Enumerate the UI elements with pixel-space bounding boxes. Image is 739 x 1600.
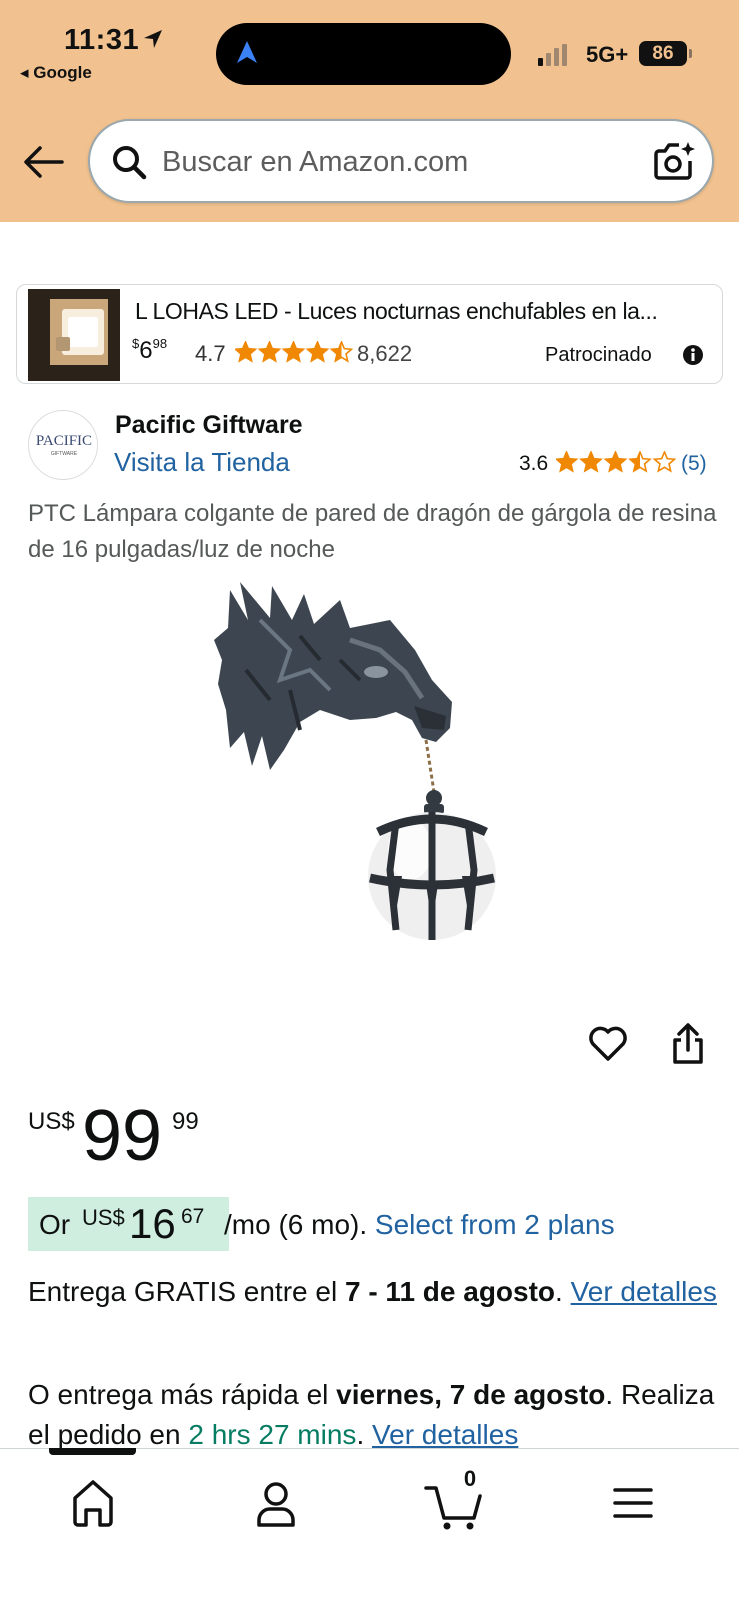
- installment-amount-whole: 16: [129, 1200, 176, 1247]
- installment-badge: Or US$ 16 67: [28, 1197, 229, 1251]
- delivery-prefix: Entrega GRATIS entre el: [28, 1276, 338, 1307]
- signal-icon: [538, 44, 567, 66]
- delivery-dates: 7 - 11 de agosto: [344, 1276, 556, 1307]
- fast-delivery-prefix: O entrega más rápida el: [28, 1379, 329, 1410]
- sponsored-label[interactable]: Patrocinado: [545, 344, 652, 367]
- search-input[interactable]: [162, 141, 622, 183]
- installment-amount-fraction: 67: [181, 1205, 205, 1228]
- ad-price: $698: [132, 336, 167, 365]
- account-icon[interactable]: [236, 1468, 316, 1538]
- product-star-rating[interactable]: [556, 451, 676, 475]
- installment-prefix: Or: [39, 1209, 71, 1240]
- installment-offer: Or US$ 16 67 /mo (6 mo). Select from 2 p…: [28, 1197, 708, 1253]
- product-review-count[interactable]: (5): [681, 452, 707, 476]
- cart-count[interactable]: 0: [460, 1466, 480, 1492]
- dynamic-island: [216, 23, 511, 85]
- sponsored-ad-card[interactable]: L LOHAS LED - Luces nocturnas enchufable…: [16, 284, 723, 384]
- installment-terms: /mo (6 mo). Select from 2 plans: [224, 1209, 615, 1241]
- back-to-google-link[interactable]: ◂ Google: [20, 63, 92, 83]
- ad-product-image[interactable]: [28, 289, 120, 381]
- fast-delivery-date: viernes, 7 de agosto: [336, 1379, 606, 1410]
- ad-review-count: 8,622: [357, 341, 413, 366]
- search-bar[interactable]: [88, 119, 714, 203]
- product-image[interactable]: [200, 580, 540, 960]
- fast-delivery-suffix: .: [356, 1419, 365, 1450]
- ad-rating-value: 4.7: [195, 341, 226, 366]
- brand-logo[interactable]: PACIFIC GIFTWARE: [28, 410, 98, 480]
- battery-indicator: 86: [639, 41, 687, 66]
- info-icon[interactable]: [682, 344, 704, 366]
- search-icon[interactable]: [110, 143, 150, 183]
- installment-currency: US$: [82, 1205, 125, 1230]
- wishlist-heart-icon[interactable]: [588, 1025, 628, 1063]
- delivery-info: Entrega GRATIS entre el 7 - 11 de agosto…: [28, 1272, 718, 1312]
- status-time: 11:31: [64, 24, 140, 56]
- home-icon[interactable]: [53, 1468, 133, 1538]
- navigation-arrow-icon: [237, 41, 257, 63]
- delivery-details-link[interactable]: Ver detalles: [571, 1276, 717, 1307]
- network-type: 5G+: [586, 42, 629, 67]
- product-title: PTC Lámpara colgante de pared de dragón …: [28, 500, 717, 563]
- brand-logo-text: PACIFIC: [35, 433, 93, 449]
- fast-delivery-info: O entrega más rápida el viernes, 7 de ag…: [28, 1375, 728, 1455]
- price-whole: 99: [82, 1096, 163, 1176]
- back-arrow-icon[interactable]: [22, 145, 64, 179]
- brand-name: Pacific Giftware: [115, 411, 303, 439]
- installment-term: /mo (6 mo).: [224, 1209, 368, 1240]
- share-icon[interactable]: [670, 1022, 706, 1066]
- delivery-suffix: .: [555, 1276, 563, 1307]
- battery-tip: [689, 49, 692, 58]
- fast-delivery-details-link[interactable]: Ver detalles: [372, 1419, 518, 1450]
- order-countdown: 2 hrs 27 mins: [188, 1419, 357, 1450]
- ad-title[interactable]: L LOHAS LED - Luces nocturnas enchufable…: [135, 298, 695, 325]
- ad-price-whole: 6: [139, 337, 153, 364]
- select-plans-link[interactable]: Select from 2 plans: [375, 1209, 615, 1240]
- product-rating-value[interactable]: 3.6: [519, 452, 548, 476]
- ad-price-fraction: 98: [152, 336, 168, 351]
- active-tab-indicator: [49, 1448, 136, 1455]
- visit-store-link[interactable]: Visita la Tienda: [114, 447, 290, 478]
- ad-star-rating: [235, 341, 353, 363]
- menu-icon[interactable]: [593, 1468, 673, 1538]
- star-outline: [652, 451, 676, 473]
- brand-logo-subtext: GIFTWARE: [50, 451, 78, 457]
- location-arrow-icon: [144, 30, 162, 48]
- price-currency: US$: [28, 1108, 75, 1135]
- camera-search-icon[interactable]: [650, 137, 698, 185]
- price-fraction: 99: [172, 1108, 199, 1135]
